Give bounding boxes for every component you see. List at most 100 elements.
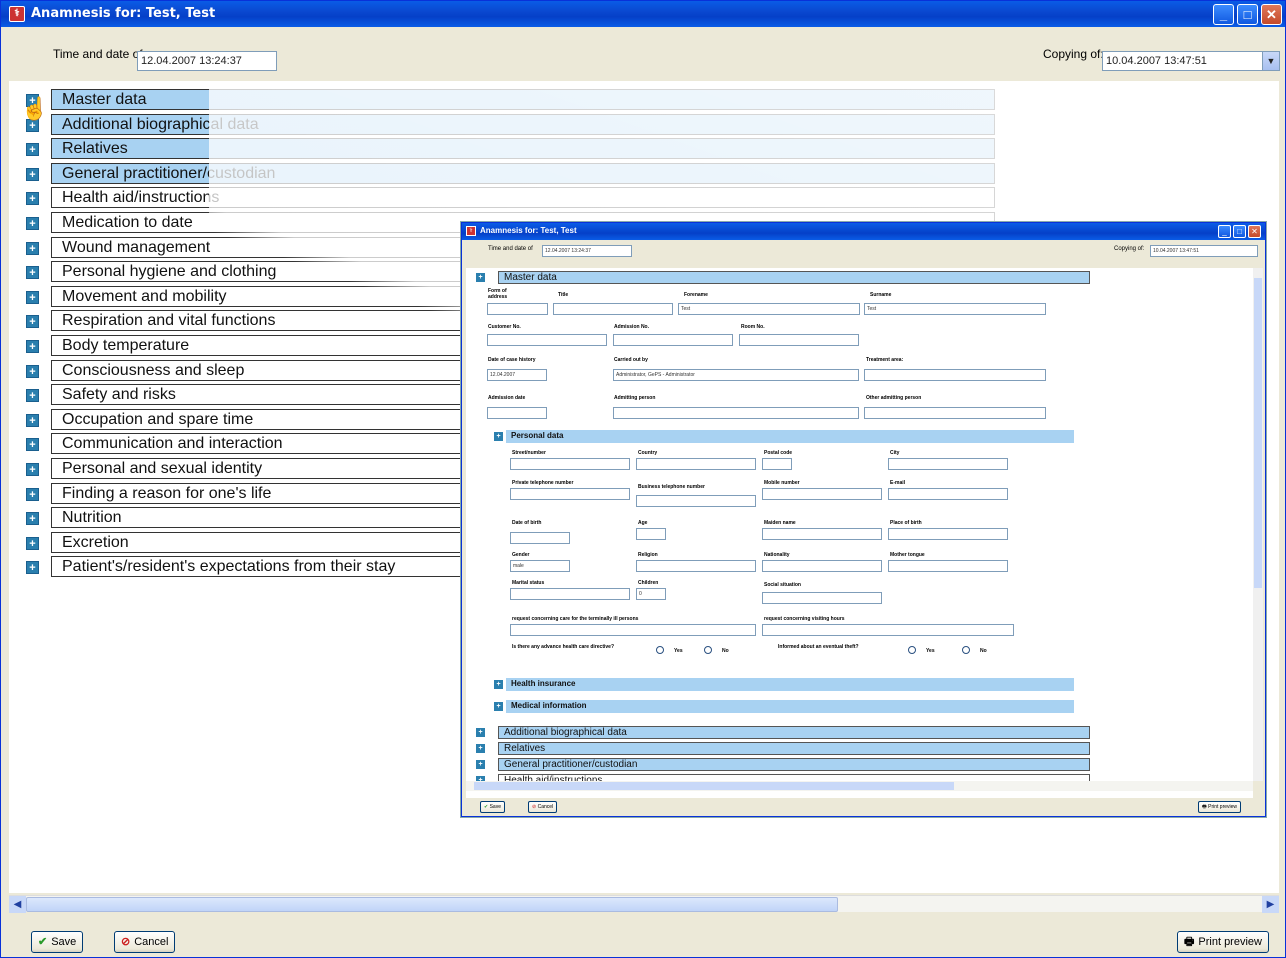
expand-icon[interactable]: + — [26, 315, 39, 329]
admission-no-field[interactable] — [613, 334, 733, 346]
request-visiting-field[interactable] — [762, 624, 1014, 636]
section-personal-data[interactable]: + Personal data — [494, 430, 1084, 443]
print-preview-button[interactable]: 🖶 Print preview — [1177, 931, 1269, 953]
form-of-address-field[interactable] — [487, 303, 548, 315]
business-telephone-field[interactable] — [636, 495, 756, 507]
customer-no-field[interactable] — [487, 334, 607, 346]
section-relatives[interactable]: + Relatives — [476, 742, 1090, 755]
request-care-field[interactable] — [510, 624, 756, 636]
gender-field[interactable]: male — [510, 560, 570, 572]
nationality-field[interactable] — [762, 560, 882, 572]
city-field[interactable] — [888, 458, 1008, 470]
expand-icon[interactable]: + — [26, 266, 39, 280]
mother-tongue-field[interactable] — [888, 560, 1008, 572]
date-case-history-field[interactable]: 12.04.2007 — [487, 369, 547, 381]
expand-icon[interactable]: + — [26, 413, 39, 427]
expand-icon[interactable]: + — [26, 241, 39, 255]
date-of-birth-field[interactable] — [510, 532, 570, 544]
expand-icon[interactable]: + — [26, 389, 39, 403]
expand-icon[interactable]: + — [476, 728, 485, 737]
expand-icon[interactable]: + — [26, 217, 39, 230]
cancel-button[interactable]: ⊘ Cancel — [114, 931, 176, 953]
section-row[interactable]: + Relatives — [9, 138, 1009, 162]
forename-field[interactable]: Test — [678, 303, 860, 315]
scroll-left-icon[interactable]: ◀ — [9, 896, 26, 913]
expand-icon[interactable]: + — [476, 760, 485, 769]
section-master-data[interactable]: + Master data — [476, 271, 1090, 284]
advance-yes-radio[interactable] — [656, 646, 664, 654]
maximize-button[interactable]: □ — [1237, 4, 1258, 25]
expand-icon[interactable]: + — [26, 340, 39, 353]
expand-icon[interactable]: + — [476, 744, 485, 753]
surname-field[interactable]: Test — [864, 303, 1046, 315]
expand-icon[interactable]: + — [494, 680, 503, 689]
theft-yes-radio[interactable] — [908, 646, 916, 654]
expand-icon[interactable]: + — [26, 192, 39, 206]
preview-vertical-scrollbar[interactable] — [1253, 268, 1263, 781]
marital-status-field[interactable] — [510, 588, 630, 600]
age-field[interactable] — [636, 528, 666, 540]
maiden-name-field[interactable] — [762, 528, 882, 540]
expand-icon[interactable]: + — [494, 432, 503, 441]
section-row[interactable]: + Health aid/instructions — [9, 187, 1009, 211]
scroll-thumb[interactable] — [1254, 278, 1262, 588]
postal-code-field[interactable] — [762, 458, 792, 470]
street-field[interactable] — [510, 458, 630, 470]
scroll-thumb[interactable] — [26, 897, 838, 912]
section-row[interactable]: + Additional biographical data — [9, 113, 1009, 138]
place-of-birth-field[interactable] — [888, 528, 1008, 540]
close-button[interactable]: ✕ — [1248, 225, 1261, 238]
copying-select[interactable]: 10.04.2007 13:47:51 — [1150, 245, 1258, 257]
maximize-button[interactable]: □ — [1233, 225, 1246, 238]
expand-icon[interactable]: + — [26, 167, 39, 181]
expand-icon[interactable]: + — [26, 561, 39, 575]
expand-icon[interactable]: + — [26, 463, 39, 476]
preview-cancel-button[interactable]: ⊘ Cancel — [528, 801, 558, 813]
time-date-field[interactable]: 12.04.2007 13:24:37 — [137, 51, 277, 71]
carried-out-by-field[interactable]: Administrator, GePS - Administrator — [613, 369, 859, 381]
expand-icon[interactable]: + — [26, 438, 39, 452]
time-date-field[interactable]: 12.04.2007 13:24:37 — [542, 245, 632, 257]
minimize-button[interactable]: _ — [1213, 4, 1234, 25]
admitting-person-field[interactable] — [613, 407, 859, 419]
close-button[interactable]: ✕ — [1261, 4, 1282, 25]
expand-icon[interactable]: + — [494, 702, 503, 711]
copying-select[interactable]: 10.04.2007 13:47:51 ▼ — [1102, 51, 1280, 71]
private-telephone-field[interactable] — [510, 488, 630, 500]
theft-no-radio[interactable] — [962, 646, 970, 654]
other-admitting-person-field[interactable] — [864, 407, 1046, 419]
section-additional-biographical[interactable]: + Additional biographical data — [476, 726, 1090, 739]
section-row[interactable]: + General practitioner/custodian — [9, 162, 1009, 187]
expand-icon[interactable]: + — [26, 536, 39, 550]
section-health-insurance[interactable]: + Health insurance — [494, 678, 1084, 691]
section-row[interactable]: + Master data — [9, 89, 1009, 113]
chevron-down-icon[interactable]: ▼ — [1262, 52, 1279, 70]
title-field[interactable] — [553, 303, 673, 315]
horizontal-scrollbar[interactable]: ◀ ▶ — [9, 895, 1279, 913]
expand-icon[interactable]: + — [26, 143, 39, 157]
expand-icon[interactable]: + — [26, 364, 39, 378]
country-field[interactable] — [636, 458, 756, 470]
preview-print-button[interactable]: 🖶 Print preview — [1198, 801, 1242, 813]
expand-icon[interactable]: + — [26, 290, 39, 304]
preview-save-button[interactable]: ✔ Save — [480, 801, 505, 813]
title-bar[interactable]: ⚕ Anamnesis for: Test, Test _ □ ✕ — [1, 1, 1285, 27]
scroll-right-icon[interactable]: ▶ — [1262, 896, 1279, 913]
advance-no-radio[interactable] — [704, 646, 712, 654]
expand-icon[interactable]: + — [26, 487, 39, 501]
section-medical-information[interactable]: + Medical information — [494, 700, 1084, 713]
social-situation-field[interactable] — [762, 592, 882, 604]
expand-icon[interactable]: + — [476, 273, 485, 282]
mobile-number-field[interactable] — [762, 488, 882, 500]
preview-horizontal-scrollbar[interactable] — [466, 781, 1253, 791]
section-general-practitioner[interactable]: + General practitioner/custodian — [476, 758, 1090, 771]
expand-icon[interactable]: + — [26, 512, 39, 526]
email-field[interactable] — [888, 488, 1008, 500]
admission-date-field[interactable] — [487, 407, 547, 419]
save-button[interactable]: ✔ Save — [31, 931, 84, 953]
treatment-area-field[interactable] — [864, 369, 1046, 381]
room-no-field[interactable] — [739, 334, 859, 346]
religion-field[interactable] — [636, 560, 756, 572]
scroll-thumb[interactable] — [474, 782, 954, 790]
minimize-button[interactable]: _ — [1218, 225, 1231, 238]
